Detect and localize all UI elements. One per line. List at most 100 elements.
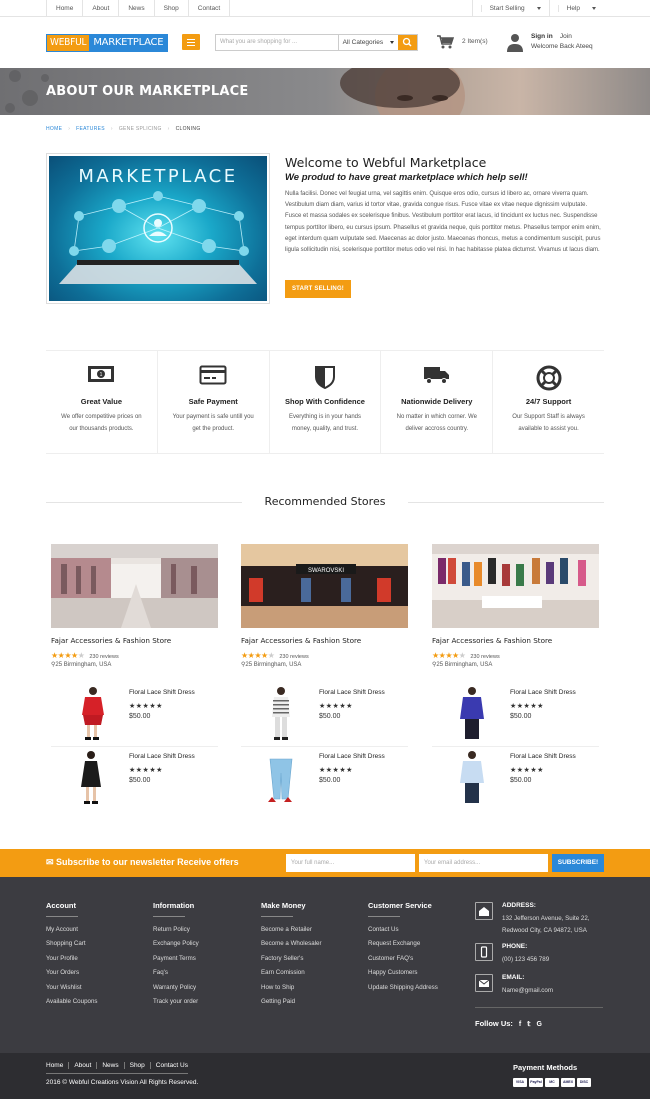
product-name[interactable]: Floral Lace Shift Dress [510, 753, 576, 760]
footer-link[interactable]: Getting Paid [261, 995, 322, 1009]
start-selling-dropdown[interactable]: Start Selling [471, 0, 549, 17]
product-item[interactable]: Floral Lace Shift Dress ★★★★★ $50.00 [51, 749, 218, 811]
store-rating: ★★★★★ 230 reviews [432, 651, 500, 660]
product-name[interactable]: Floral Lace Shift Dress [129, 753, 195, 760]
footer-link[interactable]: Track your order [153, 995, 199, 1009]
bottom-link-home[interactable]: Home [46, 1062, 70, 1069]
breadcrumb-current: CLONING [175, 126, 201, 132]
footer-link[interactable]: Shopping Cart [46, 937, 98, 951]
money-icon: 1 [88, 366, 115, 382]
store-image[interactable]: SWAROVSKI [241, 544, 408, 628]
footer-link[interactable]: Your Profile [46, 952, 98, 966]
top-nav-home[interactable]: Home [46, 0, 84, 17]
product-item[interactable]: Floral Lace Shift Dress ★★★★★ $50.00 [241, 749, 408, 811]
footer-link[interactable]: My Account [46, 923, 98, 937]
footer-link[interactable]: Return Policy [153, 923, 199, 937]
feature-desc: Your payment is safe untill you get the … [172, 414, 254, 432]
footer-link[interactable]: Faq's [153, 966, 199, 980]
footer-link[interactable]: Customer FAQ's [368, 952, 438, 966]
product-image-blue-jeans [268, 751, 293, 802]
product-item[interactable]: Floral Lace Shift Dress ★★★★★ $50.00 [51, 685, 218, 747]
store-name[interactable]: Fajar Accessories & Fashion Store [241, 636, 361, 645]
newsletter-title-text: Subscribe to our newsletter Receive offe… [56, 857, 239, 867]
store-card[interactable]: Fajar Accessories & Fashion Store ★★★★★ 2… [51, 544, 218, 804]
join-link[interactable]: Join [560, 33, 572, 40]
footer-link[interactable]: Available Coupons [46, 995, 98, 1009]
twitter-icon[interactable]: 𝕥 [527, 1021, 530, 1028]
footer-link[interactable]: Become a Wholesaler [261, 937, 322, 951]
help-dropdown[interactable]: Help [548, 0, 604, 17]
product-name[interactable]: Floral Lace Shift Dress [319, 753, 385, 760]
page-title: ABOUT OUR MARKETPLACE [46, 84, 249, 99]
site-logo[interactable]: WEBFUL MARKETPLACE [46, 34, 169, 52]
facebook-icon[interactable]: f [519, 1021, 521, 1028]
footer-link[interactable]: Earn Comission [261, 966, 322, 980]
footer-link[interactable]: Payment Terms [153, 952, 199, 966]
footer-link[interactable]: Contact Us [368, 923, 438, 937]
search-icon [402, 37, 412, 47]
footer-link[interactable]: Update Shipping Address [368, 981, 438, 995]
footer-link[interactable]: Become a Retailer [261, 923, 322, 937]
footer-heading: Customer Service [368, 901, 432, 910]
store-name[interactable]: Fajar Accessories & Fashion Store [51, 636, 171, 645]
email-value[interactable]: Name@gmail.com [502, 985, 607, 997]
category-select[interactable]: All Categories [339, 35, 398, 50]
hamburger-icon-line [187, 41, 195, 43]
store-location: ⚲25 Birmingham, USA [432, 661, 492, 668]
footer-heading: Make Money [261, 901, 306, 910]
google-plus-icon[interactable]: G [537, 1021, 542, 1028]
features-strip: 1 Great Value We offer competitive price… [46, 350, 604, 454]
footer-link[interactable]: Exchange Policy [153, 937, 199, 951]
search-input[interactable]: What you are shopping for ... [216, 35, 339, 50]
footer-col-make-money: Make Money Become a Retailer Become a Wh… [261, 901, 322, 1009]
newsletter-email-input[interactable]: Your email address... [419, 854, 548, 872]
top-nav-contact[interactable]: Contact [189, 0, 231, 17]
top-nav-about[interactable]: About [83, 0, 120, 17]
payment-methods-title: Payment Methods [513, 1063, 578, 1072]
feature-desc: Our Support Staff is always available to… [512, 414, 585, 432]
store-card[interactable]: Fajar Accessories & Fashion Store ★★★★★ 2… [432, 544, 599, 803]
shield-icon [314, 366, 335, 389]
store-image[interactable] [51, 544, 218, 628]
footer-link[interactable]: How to Ship [261, 981, 322, 995]
sign-in-link[interactable]: Sign in [531, 33, 553, 40]
breadcrumb-home[interactable]: HOME [46, 126, 62, 132]
start-selling-button[interactable]: START SELLING! [285, 280, 351, 298]
cart[interactable]: 2 Item(s) [436, 34, 488, 52]
footer-link[interactable]: Factory Seller's [261, 952, 322, 966]
newsletter-name-input[interactable]: Your full name... [286, 854, 415, 872]
breadcrumb-features[interactable]: FEATURES [76, 126, 105, 132]
footer-link[interactable]: Your Orders [46, 966, 98, 980]
top-nav-news[interactable]: News [119, 0, 155, 17]
product-name[interactable]: Floral Lace Shift Dress [319, 689, 385, 696]
product-name[interactable]: Floral Lace Shift Dress [510, 689, 576, 696]
bottom-link-news[interactable]: News [97, 1062, 125, 1069]
product-item[interactable]: Floral Lace Shift Dress ★★★★★ $50.00 [432, 749, 599, 811]
footer-link[interactable]: Request Exchange [368, 937, 438, 951]
search-button[interactable] [398, 35, 417, 50]
menu-button[interactable] [182, 34, 200, 50]
breadcrumb-gene[interactable]: GENE SPLICING [119, 126, 162, 132]
bottom-link-contact[interactable]: Contact Us [151, 1062, 193, 1069]
footer-link[interactable]: Warranty Policy [153, 981, 199, 995]
product-price: $50.00 [319, 777, 341, 784]
location-text: 25 Birmingham, USA [436, 662, 493, 668]
store-image[interactable] [432, 544, 599, 628]
footer-link[interactable]: Your Wishlist [46, 981, 98, 995]
subscribe-button[interactable]: SUBSCRIBE! [552, 854, 604, 872]
store-name[interactable]: Fajar Accessories & Fashion Store [432, 636, 552, 645]
truck-icon [423, 367, 449, 384]
mall-interior-image [51, 544, 218, 628]
top-nav: Home About News Shop Contact [46, 0, 231, 17]
footer-link[interactable]: Happy Customers [368, 966, 438, 980]
card-icon: DISC [577, 1078, 591, 1087]
top-nav-shop[interactable]: Shop [155, 0, 189, 17]
bottom-link-about[interactable]: About [69, 1062, 98, 1069]
product-item[interactable]: Floral Lace Shift Dress ★★★★★ $50.00 [241, 685, 408, 747]
product-item[interactable]: Floral Lace Shift Dress ★★★★★ $50.00 [432, 685, 599, 747]
store-card[interactable]: SWAROVSKI Fajar Accessories & Fashion St… [241, 544, 408, 802]
bottom-link-shop[interactable]: Shop [125, 1062, 151, 1069]
feature-support: 24/7 Support Our Support Staff is always… [493, 351, 604, 453]
product-name[interactable]: Floral Lace Shift Dress [129, 689, 195, 696]
footer-col-account: Account My Account Shopping Cart Your Pr… [46, 901, 98, 1009]
